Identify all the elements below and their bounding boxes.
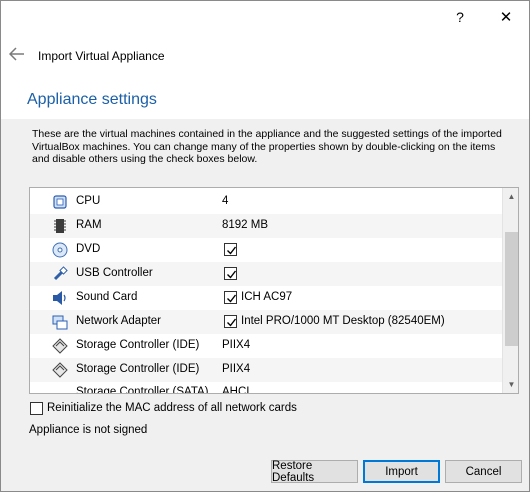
row-name: Sound Card (76, 291, 138, 303)
row-name: USB Controller (76, 267, 153, 279)
cancel-button[interactable]: Cancel (445, 460, 522, 483)
ram-icon (54, 219, 66, 233)
description-text: These are the virtual machines contained… (32, 128, 502, 165)
list-item[interactable]: Sound Card ICH AC97 (30, 286, 502, 310)
restore-defaults-button[interactable]: Restore Defaults (271, 460, 358, 484)
wizard-title: Import Virtual Appliance (38, 49, 165, 63)
row-checkbox[interactable] (224, 243, 237, 256)
appliance-settings-tree[interactable]: CPU 4 RAM 8192 MB DVD USB Controller Sou… (29, 187, 519, 394)
list-item[interactable]: Storage Controller (IDE) PIIX4 (30, 358, 502, 382)
sound-icon (53, 291, 66, 305)
help-button[interactable]: ? (437, 1, 483, 33)
list-item[interactable]: RAM 8192 MB (30, 214, 502, 238)
row-checkbox[interactable] (224, 267, 237, 280)
list-item[interactable]: DVD (30, 238, 502, 262)
import-button[interactable]: Import (363, 460, 440, 483)
row-name: DVD (76, 243, 101, 255)
scroll-down-icon[interactable]: ▼ (503, 376, 518, 393)
row-name: Storage Controller (SATA) (76, 386, 209, 394)
scroll-up-icon[interactable]: ▲ (503, 188, 518, 205)
network-icon (52, 315, 68, 330)
row-name: Storage Controller (IDE) (76, 363, 200, 375)
import-appliance-window: ? ✕ Import Virtual Appliance Appliance s… (0, 0, 530, 492)
storage-icon (52, 362, 68, 378)
title-bar: ? ✕ (1, 1, 529, 33)
row-value: 4 (222, 195, 229, 207)
list-item[interactable]: Storage Controller (IDE) PIIX4 (30, 334, 502, 358)
usb-icon (53, 266, 68, 281)
back-arrow-icon[interactable] (9, 47, 25, 61)
list-item[interactable]: CPU 4 (30, 190, 502, 214)
row-value: Intel PRO/1000 MT Desktop (82540EM) (241, 315, 445, 327)
row-name: RAM (76, 219, 102, 231)
row-value: PIIX4 (222, 363, 251, 375)
row-name: Storage Controller (IDE) (76, 339, 200, 351)
storage-icon (52, 338, 68, 354)
row-checkbox[interactable] (224, 291, 237, 304)
scroll-thumb[interactable] (505, 232, 518, 346)
checkbox[interactable] (30, 402, 43, 415)
vertical-scrollbar[interactable]: ▲ ▼ (502, 188, 518, 393)
list-item[interactable]: USB Controller (30, 262, 502, 286)
cpu-icon (53, 195, 67, 209)
list-item[interactable]: Storage Controller (SATA) AHCI (30, 386, 502, 394)
dvd-icon (52, 242, 68, 258)
row-name: Network Adapter (76, 315, 162, 327)
list-item[interactable]: Network Adapter Intel PRO/1000 MT Deskto… (30, 310, 502, 334)
row-value: 8192 MB (222, 219, 269, 231)
row-value: ICH AC97 (241, 291, 293, 303)
signature-status: Appliance is not signed (29, 424, 148, 436)
wizard-header: Import Virtual Appliance Appliance setti… (1, 33, 529, 119)
page-title: Appliance settings (27, 91, 157, 108)
reinit-mac-label[interactable]: Reinitialize the MAC address of all netw… (47, 402, 297, 414)
close-button[interactable]: ✕ (483, 1, 529, 33)
row-checkbox[interactable] (224, 315, 237, 328)
row-name: CPU (76, 195, 101, 207)
row-value: PIIX4 (222, 339, 251, 351)
row-value: AHCI (222, 386, 250, 394)
